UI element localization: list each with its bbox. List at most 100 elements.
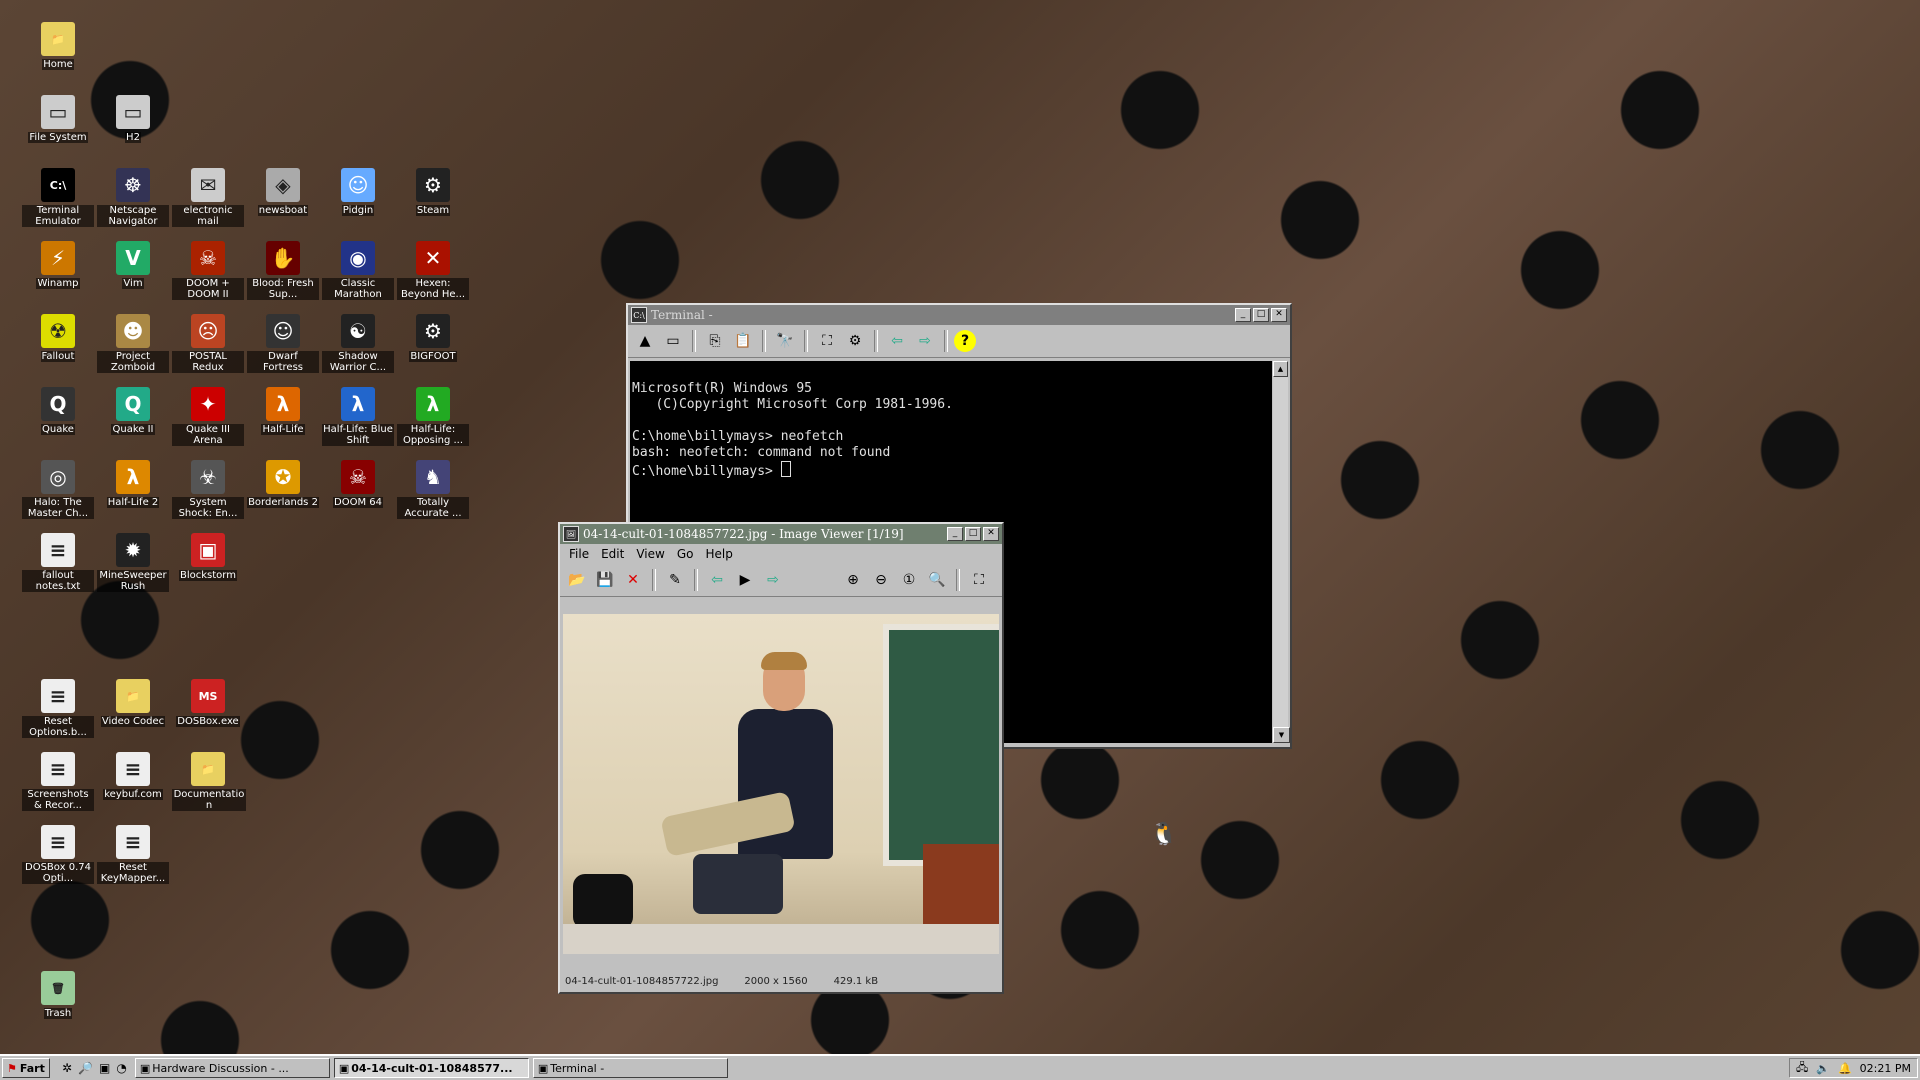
scroll-up-icon[interactable]: ▲ bbox=[1273, 361, 1288, 377]
new-window-icon[interactable]: ▭ bbox=[660, 328, 686, 354]
desktop-icon-steam[interactable]: ⚙ Steam bbox=[397, 168, 469, 216]
desktop-icon-blockstorm[interactable]: ▣ Blockstorm bbox=[172, 533, 244, 581]
quicklaunch-browser-icon[interactable]: ◔ bbox=[116, 1061, 126, 1075]
close-button[interactable]: ✕ bbox=[983, 527, 999, 541]
desktop-icon-reset-keymapper[interactable]: ≡ Reset KeyMapper... bbox=[97, 825, 169, 884]
paste-icon[interactable]: 📋 bbox=[730, 328, 756, 354]
fullscreen-icon[interactable]: ⛶ bbox=[814, 328, 840, 354]
desktop-icon-half-life-opposing[interactable]: λ Half-Life: Opposing ... bbox=[397, 387, 469, 446]
fullscreen-icon[interactable]: ⛶ bbox=[966, 567, 992, 593]
desktop-icon-newsboat[interactable]: ◈ newsboat bbox=[247, 168, 319, 216]
desktop-icon-file-system[interactable]: ▭ File System bbox=[22, 95, 94, 143]
desktop-icon-winamp[interactable]: ⚡ Winamp bbox=[22, 241, 94, 289]
desktop-icon-quake-iii-arena[interactable]: ✦ Quake III Arena bbox=[172, 387, 244, 446]
previous-image-icon[interactable]: ⇦ bbox=[704, 567, 730, 593]
desktop-icon-quake-ii[interactable]: Q Quake II bbox=[97, 387, 169, 435]
next-tab-icon[interactable]: ⇨ bbox=[912, 328, 938, 354]
desktop-icon-classic-marathon[interactable]: ◉ Classic Marathon bbox=[322, 241, 394, 300]
zoom-fit-icon[interactable]: 🔍 bbox=[924, 567, 950, 593]
quicklaunch-search-icon[interactable]: 🔎 bbox=[78, 1061, 93, 1075]
taskbar-task-2[interactable]: ▣ Terminal - bbox=[532, 1058, 728, 1078]
zoom-100-icon[interactable]: ① bbox=[896, 567, 922, 593]
network-icon[interactable]: 🖧 bbox=[1796, 1059, 1808, 1078]
desktop-icon-vim[interactable]: V Vim bbox=[97, 241, 169, 289]
desktop-icon-project-zomboid[interactable]: ☻ Project Zomboid bbox=[97, 314, 169, 373]
desktop-icon-h2[interactable]: ▭ H2 bbox=[97, 95, 169, 143]
desktop-icon-label: Quake II bbox=[111, 424, 155, 435]
find-icon[interactable]: 🔭 bbox=[772, 328, 798, 354]
desktop-icon-trash[interactable]: 🗑 Trash bbox=[22, 971, 94, 1019]
desktop-icon-fallout-notes-txt[interactable]: ≡ fallout notes.txt bbox=[22, 533, 94, 592]
desktop-icon-video-codec[interactable]: 📁 Video Codec bbox=[97, 679, 169, 727]
maximize-button[interactable]: □ bbox=[1253, 308, 1269, 322]
image-viewer-titlebar[interactable]: 🖼 04-14-cult-01-1084857722.jpg - Image V… bbox=[560, 524, 1002, 544]
desktop-icon-terminal-emulator[interactable]: C:\ Terminal Emulator bbox=[22, 168, 94, 227]
text-file-icon: ≡ bbox=[41, 533, 75, 567]
desktop-icon-pidgin[interactable]: ☺ Pidgin bbox=[322, 168, 394, 216]
desktop-icon-blood-fresh-sup[interactable]: ✋ Blood: Fresh Sup... bbox=[247, 241, 319, 300]
image-viewer-window[interactable]: 🖼 04-14-cult-01-1084857722.jpg - Image V… bbox=[558, 522, 1004, 994]
taskbar-task-1[interactable]: ▣ 04-14-cult-01-10848577... bbox=[333, 1058, 529, 1078]
edit-pencil-icon[interactable]: ✎ bbox=[662, 567, 688, 593]
desktop-icon-reset-options-b[interactable]: ≡ Reset Options.b... bbox=[22, 679, 94, 738]
desktop-icon-home[interactable]: 📁 Home bbox=[22, 22, 94, 70]
scroll-down-icon[interactable]: ▼ bbox=[1273, 727, 1290, 743]
volume-icon[interactable]: 🔈 bbox=[1816, 1062, 1830, 1075]
start-button[interactable]: ⚑ Fart bbox=[2, 1058, 50, 1078]
task-window-icon: ▣ bbox=[537, 1061, 549, 1075]
desktop-icon-doom-doom-ii[interactable]: ☠ DOOM + DOOM II bbox=[172, 241, 244, 300]
close-button[interactable]: ✕ bbox=[1271, 308, 1287, 322]
minimize-button[interactable]: _ bbox=[1235, 308, 1251, 322]
desktop-icon-half-life-blue-shift[interactable]: λ Half-Life: Blue Shift bbox=[322, 387, 394, 446]
desktop-icon-totally-accurate[interactable]: ♞ Totally Accurate ... bbox=[397, 460, 469, 519]
zoom-in-icon[interactable]: ⊕ bbox=[840, 567, 866, 593]
desktop-icon-keybuf-com[interactable]: ≡ keybuf.com bbox=[97, 752, 169, 800]
desktop-icon-netscape-navigator[interactable]: ☸ Netscape Navigator bbox=[97, 168, 169, 227]
desktop-icon-halo-the-master-ch[interactable]: ◎ Halo: The Master Ch... bbox=[22, 460, 94, 519]
quicklaunch-terminal-icon[interactable]: ▣ bbox=[99, 1061, 110, 1075]
clock[interactable]: 02:21 PM bbox=[1860, 1062, 1911, 1075]
desktop-icon-half-life-2[interactable]: λ Half-Life 2 bbox=[97, 460, 169, 508]
next-image-icon[interactable]: ⇨ bbox=[760, 567, 786, 593]
desktop-icon-borderlands-2[interactable]: ✪ Borderlands 2 bbox=[247, 460, 319, 508]
notification-icon[interactable]: 🔔 bbox=[1838, 1062, 1852, 1075]
desktop-icon-documentation[interactable]: 📁 Documentation bbox=[172, 752, 246, 811]
settings-icon[interactable]: ⚙ bbox=[842, 328, 868, 354]
terminal-titlebar[interactable]: C:\ Terminal - _ □ ✕ bbox=[628, 305, 1290, 325]
desktop-icon-doom-64[interactable]: ☠ DOOM 64 bbox=[322, 460, 394, 508]
taskbar-task-0[interactable]: ▣ Hardware Discussion - ... bbox=[134, 1058, 330, 1078]
desktop-icon-screenshots-recor[interactable]: ≡ Screenshots & Recor... bbox=[22, 752, 94, 811]
menu-help[interactable]: Help bbox=[700, 547, 737, 561]
menu-view[interactable]: View bbox=[631, 547, 669, 561]
desktop-icon-postal-redux[interactable]: ☹ POSTAL Redux bbox=[172, 314, 244, 373]
desktop-icon-minesweeper-rush[interactable]: ✹ MineSweeper Rush bbox=[97, 533, 169, 592]
copy-icon[interactable]: ⎘ bbox=[702, 328, 728, 354]
desktop-icon-half-life[interactable]: λ Half-Life bbox=[247, 387, 319, 435]
desktop-icon-fallout[interactable]: ☢ Fallout bbox=[22, 314, 94, 362]
desktop-icon-system-shock-en[interactable]: ☣ System Shock: En... bbox=[172, 460, 244, 519]
menu-go[interactable]: Go bbox=[672, 547, 699, 561]
prev-tab-icon[interactable]: ⇦ bbox=[884, 328, 910, 354]
delete-icon[interactable]: ✕ bbox=[620, 567, 646, 593]
maximize-button[interactable]: □ bbox=[965, 527, 981, 541]
save-icon[interactable]: 💾 bbox=[592, 567, 618, 593]
help-icon[interactable]: ? bbox=[954, 330, 976, 352]
minimize-button[interactable]: _ bbox=[947, 527, 963, 541]
zoom-out-icon[interactable]: ⊖ bbox=[868, 567, 894, 593]
terminal-scrollbar[interactable]: ▲ ▼ bbox=[1273, 361, 1290, 743]
new-tab-icon[interactable]: ▲ bbox=[632, 328, 658, 354]
quicklaunch-settings-icon[interactable]: ✲ bbox=[62, 1061, 72, 1075]
desktop-icon-dosbox-0-74-opti[interactable]: ≡ DOSBox 0.74 Opti... bbox=[22, 825, 94, 884]
image-canvas[interactable] bbox=[563, 614, 999, 954]
play-slideshow-icon[interactable]: ▶ bbox=[732, 567, 758, 593]
desktop-icon-quake[interactable]: Q Quake bbox=[22, 387, 94, 435]
open-folder-icon[interactable]: 📂 bbox=[564, 567, 590, 593]
desktop-icon-dosbox-exe[interactable]: MS DOSBox.exe bbox=[172, 679, 244, 727]
menu-edit[interactable]: Edit bbox=[596, 547, 629, 561]
desktop-icon-bigfoot[interactable]: ⚙ BIGFOOT bbox=[397, 314, 469, 362]
menu-file[interactable]: File bbox=[564, 547, 594, 561]
desktop-icon-shadow-warrior-c[interactable]: ☯ Shadow Warrior C... bbox=[322, 314, 394, 373]
desktop-icon-electronic-mail[interactable]: ✉ electronic mail bbox=[172, 168, 244, 227]
desktop-icon-hexen-beyond-he[interactable]: ✕ Hexen: Beyond He... bbox=[397, 241, 469, 300]
desktop-icon-dwarf-fortress[interactable]: ☺ Dwarf Fortress bbox=[247, 314, 319, 373]
